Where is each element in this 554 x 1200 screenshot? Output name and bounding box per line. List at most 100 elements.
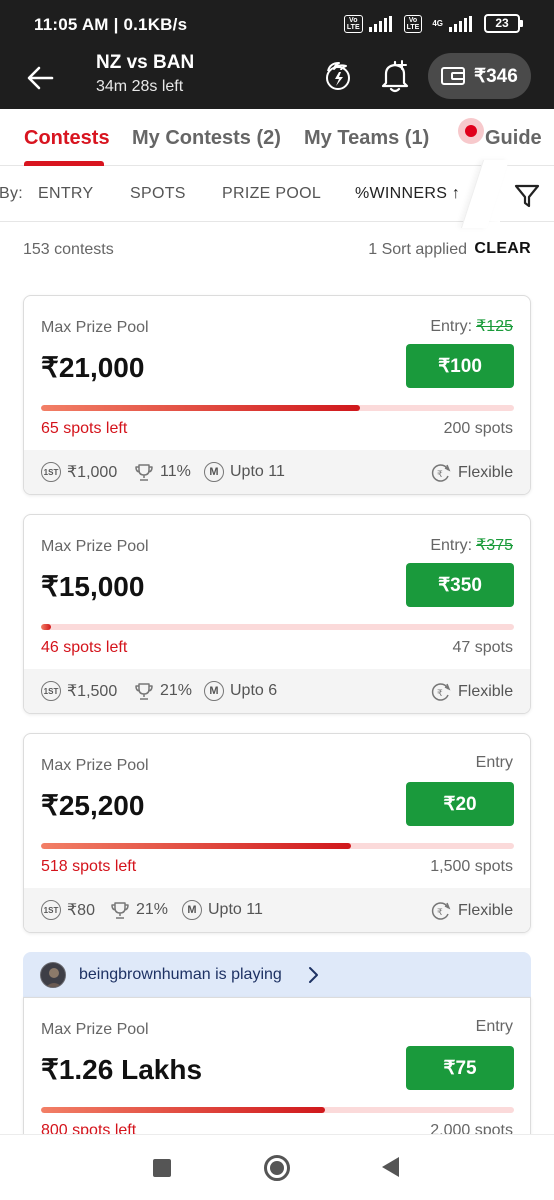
- tab-contests[interactable]: Contests: [24, 127, 110, 150]
- prize-amount: ₹25,200: [41, 790, 145, 821]
- match-header: NZ vs BAN 34m 28s left ₹346: [0, 50, 554, 109]
- spots-progress-bar: [41, 843, 514, 849]
- friend-playing-text: beingbrownhuman is playing: [79, 966, 282, 983]
- spots-left: 46 spots left: [41, 639, 128, 656]
- join-button[interactable]: ₹75: [406, 1046, 514, 1090]
- winners-percent: 21%: [110, 900, 168, 920]
- entry-label: Entry: ₹125: [430, 318, 513, 335]
- battery-icon: 23: [484, 14, 523, 33]
- entry-original-price: ₹125: [476, 318, 513, 335]
- prize-pool-label: Max Prize Pool: [41, 319, 149, 336]
- flexible-icon: ₹: [431, 464, 451, 482]
- tab-my-contests[interactable]: My Contests (2): [132, 127, 281, 150]
- first-prize: 1ST ₹80: [41, 900, 95, 920]
- contest-footer: 1ST ₹80 21% M Upto 11 ₹ Flexible: [24, 888, 530, 932]
- winners-percent: 11%: [134, 462, 191, 482]
- network-type: 4G: [432, 18, 443, 28]
- contest-type: ₹ Flexible: [430, 681, 513, 703]
- system-nav-bar: [0, 1134, 554, 1200]
- spots-left: 518 spots left: [41, 858, 137, 875]
- wallet-balance: ₹346: [474, 65, 518, 87]
- contest-card[interactable]: Max Prize Pool Entry ₹25,200 ₹20 518 spo…: [23, 733, 531, 933]
- contest-type: ₹ Flexible: [430, 462, 513, 484]
- sort-prefix: By:: [0, 185, 24, 202]
- join-button[interactable]: ₹350: [406, 563, 514, 607]
- entry-label: Entry: [475, 1018, 513, 1035]
- tab-guide[interactable]: Guide: [485, 127, 542, 150]
- spots-progress-fill: [41, 843, 351, 849]
- prize-amount: ₹21,000: [41, 352, 145, 383]
- system-back-button[interactable]: [382, 1157, 399, 1177]
- sort-bar: By: ENTRY SPOTS PRIZE POOL %WINNERS ↑: [0, 160, 554, 228]
- flexible-icon: ₹: [431, 683, 451, 701]
- volte-icon: Vo LTE: [343, 14, 363, 33]
- svg-text:₹: ₹: [437, 470, 443, 480]
- status-time: 11:05 AM | 0.1KB/s: [34, 15, 188, 34]
- home-button[interactable]: [264, 1155, 290, 1181]
- sort-winners[interactable]: %WINNERS ↑: [355, 185, 460, 203]
- svg-text:₹: ₹: [437, 908, 443, 918]
- prize-pool-label: Max Prize Pool: [41, 538, 149, 555]
- flexible-icon: ₹: [431, 902, 451, 920]
- prize-pool-label: Max Prize Pool: [41, 1021, 149, 1038]
- max-entries: M Upto 11: [182, 900, 263, 920]
- contest-card[interactable]: Max Prize Pool Entry: ₹125 ₹21,000 ₹100 6…: [23, 295, 531, 495]
- guide-notification-dot: [458, 118, 484, 144]
- wallet-button[interactable]: ₹346: [428, 53, 531, 99]
- back-arrow-icon[interactable]: [24, 62, 56, 94]
- avatar: [40, 962, 66, 988]
- prize-pool-label: Max Prize Pool: [41, 757, 149, 774]
- contest-footer: 1ST ₹1,500 21% M Upto 6 ₹ Flexible: [24, 669, 530, 713]
- entry-label: Entry: [475, 754, 513, 771]
- contest-card[interactable]: Max Prize Pool Entry: ₹375 ₹15,000 ₹350 4…: [23, 514, 531, 714]
- spots-progress-bar: [41, 1107, 514, 1113]
- status-bar: 11:05 AM | 0.1KB/s Vo LTE Vo LTE 4G 23: [0, 0, 554, 50]
- total-spots: 200 spots: [443, 420, 513, 437]
- first-prize: 1ST ₹1,000: [41, 462, 117, 482]
- entry-original-price: ₹375: [476, 537, 513, 554]
- sort-prize-pool[interactable]: PRIZE POOL: [222, 185, 321, 203]
- first-place-icon: 1ST: [41, 900, 61, 920]
- filter-funnel-icon[interactable]: [512, 180, 542, 210]
- spots-progress-bar: [41, 405, 514, 411]
- multi-entry-icon: M: [204, 462, 224, 482]
- wallet-icon: [441, 67, 465, 85]
- trophy-icon: [111, 902, 129, 919]
- spots-progress-fill: [41, 1107, 325, 1113]
- spots-progress-fill: [41, 624, 51, 630]
- signal-icon: [449, 15, 472, 32]
- sort-entry[interactable]: ENTRY: [38, 185, 93, 203]
- spots-progress-fill: [41, 405, 361, 411]
- prize-amount: ₹1.26 Lakhs: [41, 1054, 203, 1085]
- spots-left: 65 spots left: [41, 420, 128, 437]
- svg-text:₹: ₹: [437, 689, 443, 699]
- contest-footer: 1ST ₹1,000 11% M Upto 11 ₹ Flexible: [24, 450, 530, 494]
- contest-count: 153 contests: [23, 241, 114, 258]
- sort-spots[interactable]: SPOTS: [130, 185, 186, 203]
- clear-sort-button[interactable]: CLEAR: [474, 240, 531, 258]
- signal-icon: [368, 15, 392, 32]
- max-entries: M Upto 11: [204, 462, 285, 482]
- match-title: NZ vs BAN: [96, 52, 195, 73]
- first-place-icon: 1ST: [41, 462, 61, 482]
- recent-apps-button[interactable]: [153, 1159, 171, 1177]
- status-icons: Vo LTE Vo LTE 4G 23: [343, 14, 523, 33]
- sort-applied-text: 1 Sort applied: [368, 241, 467, 258]
- notification-bell-icon[interactable]: [378, 58, 412, 94]
- first-prize: 1ST ₹1,500: [41, 681, 117, 701]
- contest-type: ₹ Flexible: [430, 900, 513, 922]
- winners-percent: 21%: [134, 681, 192, 701]
- tab-my-teams[interactable]: My Teams (1): [304, 127, 429, 150]
- max-entries: M Upto 6: [204, 681, 277, 701]
- multi-entry-icon: M: [182, 900, 202, 920]
- volte-icon: Vo LTE: [403, 14, 423, 33]
- multi-entry-icon: M: [204, 681, 224, 701]
- total-spots: 47 spots: [452, 639, 513, 656]
- join-button[interactable]: ₹20: [406, 782, 514, 826]
- total-spots: 1,500 spots: [430, 858, 513, 875]
- join-button[interactable]: ₹100: [406, 344, 514, 388]
- chevron-right-icon: [309, 967, 318, 983]
- streak-fire-icon[interactable]: [320, 58, 356, 94]
- match-timer: 34m 28s left: [96, 78, 184, 95]
- entry-label: Entry: ₹375: [430, 537, 513, 554]
